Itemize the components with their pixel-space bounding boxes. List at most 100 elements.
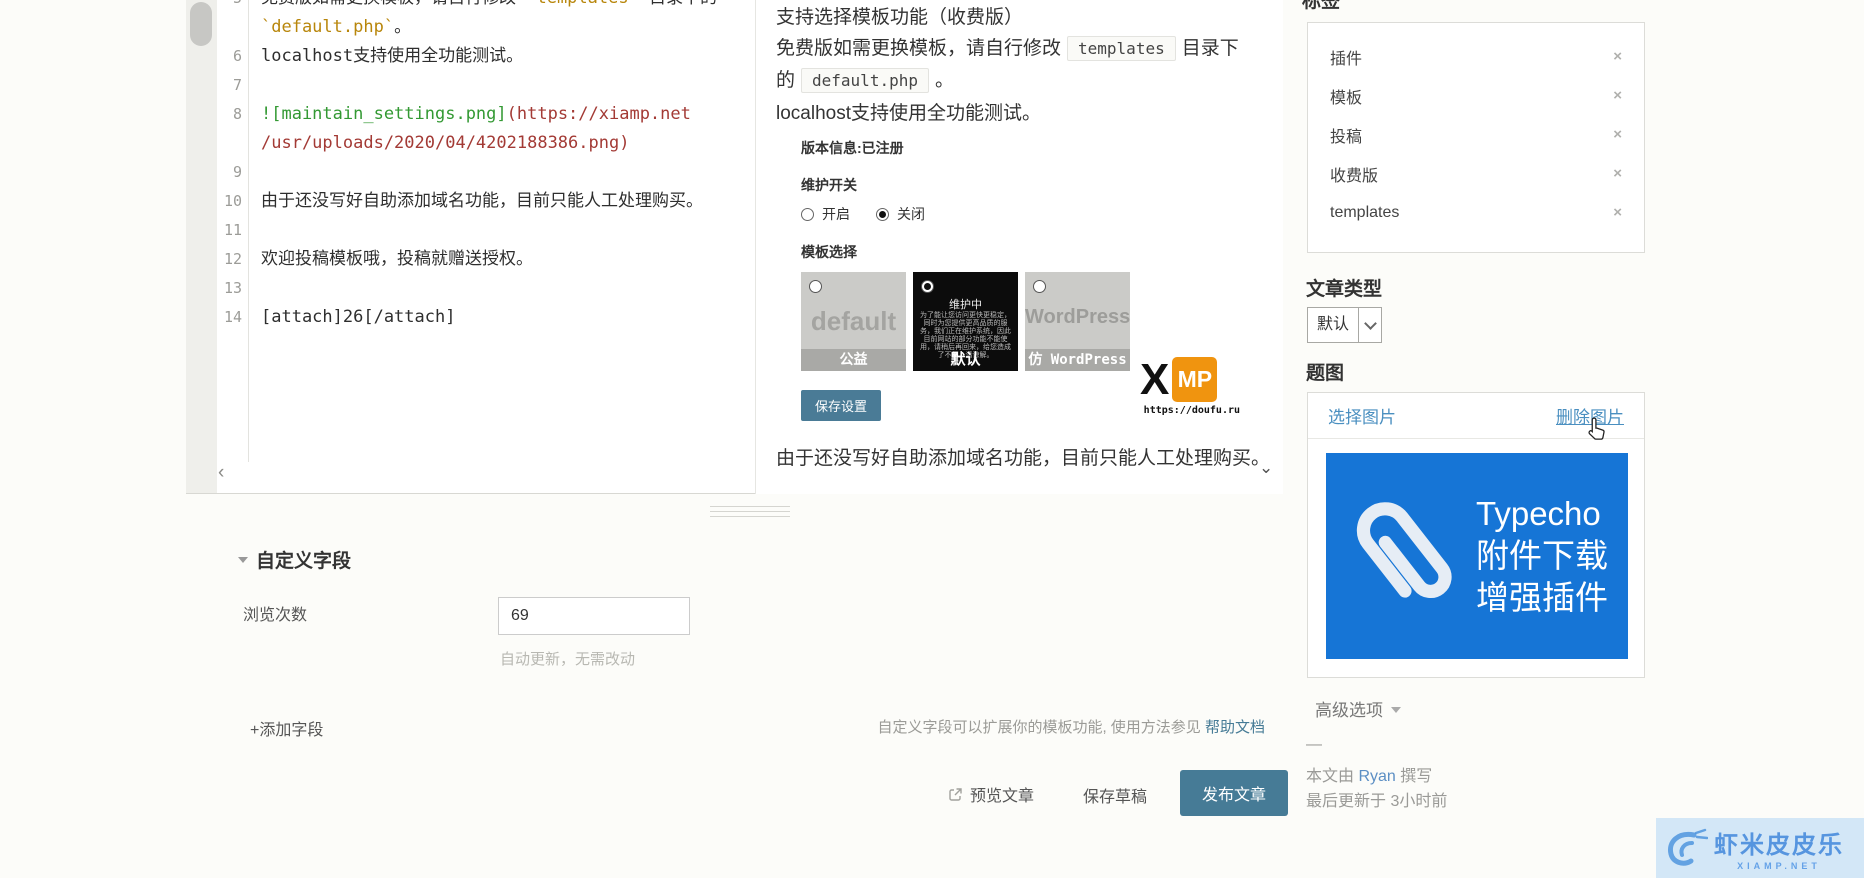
meta-divider: — [1306, 736, 1322, 754]
line-number: 9 [217, 158, 248, 187]
triangle-down-icon [1391, 707, 1401, 713]
code-segment: 免费版如需更换模板，请自行修改 [261, 0, 526, 8]
post-type-select[interactable]: 默认 [1307, 307, 1382, 343]
editor-row: 13 [217, 274, 754, 303]
line-number: 14 [217, 303, 248, 332]
code-line[interactable]: 欢迎投稿模板哦，投稿就赠送授权。 [248, 245, 533, 274]
code-line[interactable] [248, 158, 261, 187]
advanced-options-toggle[interactable]: 高级选项 [1315, 696, 1401, 721]
image-text-line: Typecho [1476, 493, 1608, 535]
radio-off-label: 关闭 [897, 204, 925, 224]
preview-text: 。 [935, 70, 954, 91]
remove-tag-icon[interactable]: × [1613, 204, 1622, 221]
select-arrow[interactable] [1358, 308, 1381, 342]
editor-preview-panel: 5免费版如需更换模板，请自行修改 `templates` 目录下的`defaul… [186, 0, 1283, 494]
code-segment: [attach]26[/attach] [261, 307, 455, 327]
image-text-line: 增强插件 [1476, 577, 1608, 619]
code-line[interactable]: /usr/uploads/2020/04/4202188386.png) [248, 129, 629, 158]
code-line[interactable]: 由于还没写好自助添加域名功能，目前只能人工处理购买。 [248, 187, 703, 216]
preview-paragraph: 由于还没写好自助添加域名功能，目前只能人工处理购买。 [776, 443, 1270, 470]
code-line[interactable]: localhost支持使用全功能测试。 [248, 42, 523, 71]
xmp-url: https://doufu.ru [1140, 405, 1240, 416]
publish-article-button[interactable]: 发布文章 [1180, 770, 1288, 816]
help-doc-link[interactable]: 帮助文档 [1205, 719, 1265, 736]
featured-image-text: Typecho 附件下载 增强插件 [1476, 493, 1608, 619]
tag-row: templates× [1308, 193, 1644, 232]
code-line[interactable] [248, 71, 261, 100]
custom-fields-section-header[interactable]: 自定义字段 [238, 546, 351, 573]
watermark-text: 虾米皮皮乐 [1714, 825, 1844, 860]
code-segment: `templates` [526, 0, 639, 8]
preview-paragraph: 免费版如需更换模板，请自行修改templates目录下 [776, 33, 1239, 61]
code-segment: (https://xiamp.net [507, 104, 691, 124]
scroll-left-arrow-icon[interactable]: ‹ [218, 462, 224, 484]
editor-row: 6localhost支持使用全功能测试。 [217, 42, 754, 71]
tag-row: 收费版× [1308, 154, 1644, 193]
code-segment: 欢迎投稿模板哦，投稿就赠送授权。 [261, 249, 533, 269]
code-line[interactable]: `default.php`。 [248, 13, 411, 42]
line-number [217, 13, 248, 42]
editor-row: 14 [attach]26[/attach] [217, 303, 754, 332]
post-type-value: 默认 [1308, 308, 1358, 342]
radio-on-icon [876, 208, 889, 221]
tag-label: 插件 [1330, 45, 1362, 69]
code-segment: 。 [394, 17, 411, 37]
code-line[interactable] [248, 274, 261, 303]
save-settings-button: 保存设置 [801, 390, 881, 421]
thumbnail-label: 仿 WordPress [1025, 349, 1130, 371]
maintain-switch-label: 维护开关 [801, 175, 1221, 195]
editor-row: 8![maintain_settings.png](https://xiamp.… [217, 100, 754, 129]
code-line[interactable] [248, 216, 261, 245]
radio-on-label: 开启 [822, 204, 850, 224]
line-number: 10 [217, 187, 248, 216]
author-line: 本文由 Ryan 撰写 [1306, 762, 1432, 786]
tags-section-title: 标签 [1302, 0, 1340, 13]
resize-drag-handle[interactable] [710, 506, 790, 521]
remove-tag-icon[interactable]: × [1613, 165, 1622, 182]
xmp-watermark: X MP https://doufu.ru [1140, 357, 1240, 416]
save-draft-button[interactable]: 保存草稿 [1083, 783, 1147, 807]
code-segment: localhost支持使用全功能测试。 [261, 46, 523, 66]
remove-tag-icon[interactable]: × [1613, 126, 1622, 143]
line-number: 11 [217, 216, 248, 245]
thumbnail-title: default [801, 306, 906, 337]
help-text: 自定义字段可以扩展你的模板功能, 使用方法参见 [877, 719, 1205, 736]
code-segment: /usr/uploads/2020/04/4202188386.png) [261, 133, 629, 153]
xmp-mp-badge: MP [1172, 357, 1217, 402]
preview-paragraph: localhost支持使用全功能测试。 [776, 98, 1041, 125]
tag-row: 模板 × [1308, 76, 1644, 115]
scrollbar-thumb[interactable] [190, 2, 212, 46]
preview-text: 目录下 [1182, 38, 1239, 59]
inline-code: templates [1067, 36, 1176, 61]
code-line[interactable]: [attach]26[/attach] [248, 303, 455, 332]
add-field-button[interactable]: +添加字段 [250, 716, 323, 740]
featured-image-title: 题图 [1306, 358, 1344, 385]
editor-row: 10由于还没写好自助添加域名功能，目前只能人工处理购买。 [217, 187, 754, 216]
preview-article-button[interactable]: 预览文章 [948, 782, 1034, 806]
tag-label: 模板 [1330, 84, 1362, 108]
remove-tag-icon[interactable]: × [1613, 48, 1622, 65]
featured-image-preview: Typecho 附件下载 增强插件 [1326, 453, 1628, 659]
field-hint-text: 自动更新，无需改动 [500, 648, 635, 669]
choose-image-link[interactable]: 选择图片 [1328, 403, 1396, 428]
thumbnail-title: 维护中 [913, 296, 1018, 312]
external-link-icon [948, 787, 963, 802]
editor-row: 7 [217, 71, 754, 100]
tags-list: 插件×模板×投稿×收费版×templates× [1307, 22, 1645, 253]
xmp-x: X [1140, 358, 1169, 402]
watermark-subtext: XIAMP.NET [1714, 861, 1844, 871]
last-updated-text: 最后更新于 3小时前 [1306, 787, 1447, 811]
code-line[interactable]: 免费版如需更换模板，请自行修改 `templates` 目录下的 [248, 0, 717, 13]
advanced-options-label: 高级选项 [1315, 696, 1383, 721]
inline-code: default.php [801, 68, 929, 93]
editor-row: `default.php`。 [217, 13, 754, 42]
editor-vertical-scrollbar[interactable] [186, 0, 217, 493]
remove-tag-icon[interactable]: × [1613, 87, 1622, 104]
author-link[interactable]: Ryan [1358, 768, 1395, 785]
template-thumbnail: WordPress仿 WordPress [1025, 272, 1130, 371]
editor-row: 5免费版如需更换模板，请自行修改 `templates` 目录下的 [217, 0, 754, 13]
scroll-down-arrow-icon[interactable]: ⌄ [1259, 458, 1273, 478]
thumbnail-label: 默认 [913, 349, 1018, 371]
field-value-input[interactable] [498, 597, 690, 635]
code-line[interactable]: ![maintain_settings.png](https://xiamp.n… [248, 100, 691, 129]
